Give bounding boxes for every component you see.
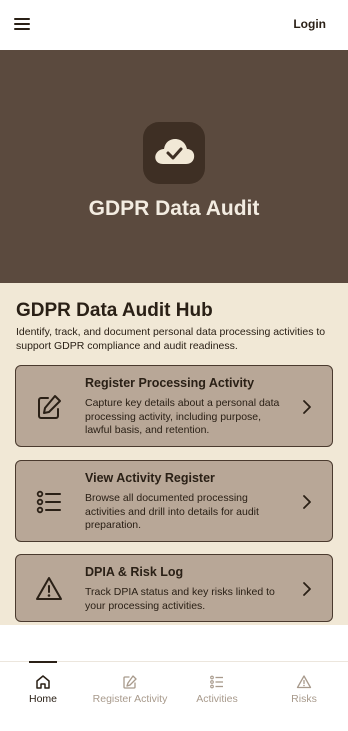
chevron-right-icon [303,582,311,596]
edit-icon [38,395,61,419]
nav-home[interactable]: Home [0,662,86,722]
bottom-nav: Home Register Activity Activities Risks [0,661,348,731]
card-title: Register Processing Activity [85,376,255,390]
nav-register-activity[interactable]: Register Activity [86,662,174,722]
view-register-card[interactable]: View Activity Register Browse all docume… [15,460,333,542]
chevron-right-icon [303,495,311,509]
hub-title: GDPR Data Audit Hub [16,300,213,321]
nav-label: Home [28,693,57,705]
nav-label: Activities [196,693,238,705]
hero-title: GDPR Data Audit [88,197,260,220]
menu-icon[interactable] [14,17,30,31]
chevron-right-icon [303,400,311,414]
card-description: Capture key details about a personal dat… [85,397,280,436]
register-activity-card[interactable]: Register Processing Activity Capture key… [15,365,333,447]
dpia-risk-card[interactable]: DPIA & Risk Log Track DPIA status and ke… [15,554,333,622]
login-link[interactable]: Login [293,17,326,31]
hub-description: Identify, track, and document personal d… [16,326,326,352]
nav-label: Risks [291,693,317,705]
warning-icon [36,577,62,600]
cloud-check-icon [143,122,205,184]
nav-activities[interactable]: Activities [174,662,260,722]
nav-label: Register Activity [92,693,168,705]
list-icon [36,490,61,514]
nav-risks[interactable]: Risks [260,662,348,722]
warning-icon [296,675,312,689]
card-title: DPIA & Risk Log [85,565,184,579]
top-bar: Login [0,0,348,50]
card-title: View Activity Register [85,471,215,485]
home-icon [36,675,50,689]
hero-banner: GDPR Data Audit [0,50,348,283]
card-description: Track DPIA status and key risks linked t… [85,586,275,612]
card-description: Browse all documented processing activit… [85,492,259,531]
main-content: GDPR Data Audit Hub Identify, track, and… [0,283,348,625]
list-icon [210,675,223,689]
edit-icon [123,675,137,689]
